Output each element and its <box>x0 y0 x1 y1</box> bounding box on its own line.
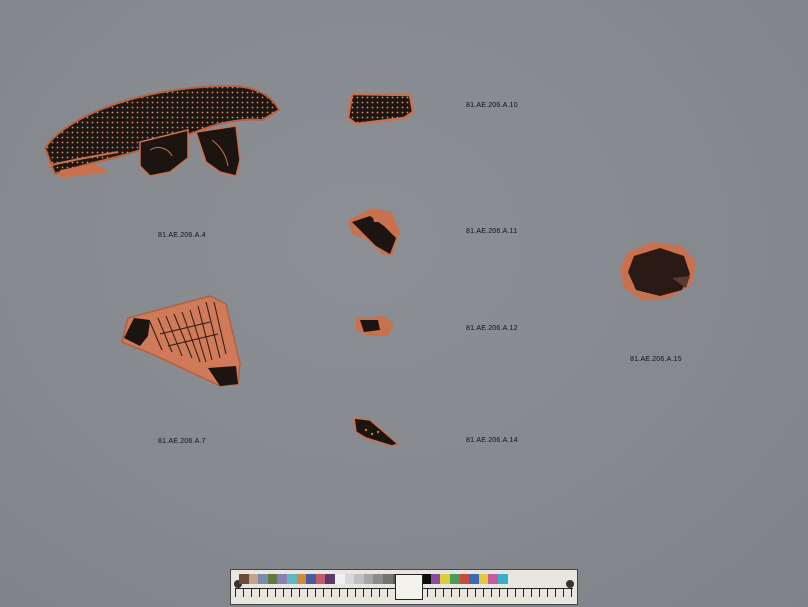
color-swatch <box>430 574 441 584</box>
color-swatch <box>344 574 355 584</box>
label-a14: 81.AE.206.A.14 <box>466 437 518 444</box>
color-swatch-strip <box>239 574 508 584</box>
color-swatch <box>267 574 278 584</box>
label-a15: 81.AE.206.A.15 <box>630 356 682 363</box>
color-swatch <box>296 574 307 584</box>
color-swatch <box>382 574 393 584</box>
color-swatch <box>315 574 326 584</box>
color-swatch <box>354 574 364 584</box>
fragment-a15 <box>620 242 696 300</box>
photo-stage: 81.AE.206.A.4 81.AE.206.A.7 81.AE.206.A.… <box>0 0 808 607</box>
color-swatch <box>325 574 335 584</box>
label-a12: 81.AE.206.A.12 <box>466 325 518 332</box>
color-swatch <box>334 574 345 584</box>
color-swatch <box>373 574 383 584</box>
color-scale-reference-bar <box>230 569 578 605</box>
color-swatch <box>440 574 451 584</box>
color-swatch <box>248 574 259 584</box>
color-swatch <box>239 574 249 584</box>
label-a7: 81.AE.206.A.7 <box>158 438 206 445</box>
color-swatch <box>498 574 508 584</box>
color-swatch <box>469 574 479 584</box>
color-swatch <box>478 574 489 584</box>
color-swatch <box>488 574 499 584</box>
color-swatch <box>363 574 374 584</box>
scale-bar-right-dot <box>566 580 574 588</box>
label-a11: 81.AE.206.A.11 <box>466 228 518 235</box>
color-swatch <box>277 574 287 584</box>
scale-bar-logo <box>395 574 423 600</box>
label-a10: 81.AE.206.A.10 <box>466 102 518 109</box>
color-swatch <box>286 574 297 584</box>
color-swatch <box>450 574 460 584</box>
color-swatch <box>306 574 316 584</box>
label-a4: 81.AE.206.A.4 <box>158 232 206 239</box>
color-swatch <box>258 574 268 584</box>
color-swatch <box>459 574 470 584</box>
